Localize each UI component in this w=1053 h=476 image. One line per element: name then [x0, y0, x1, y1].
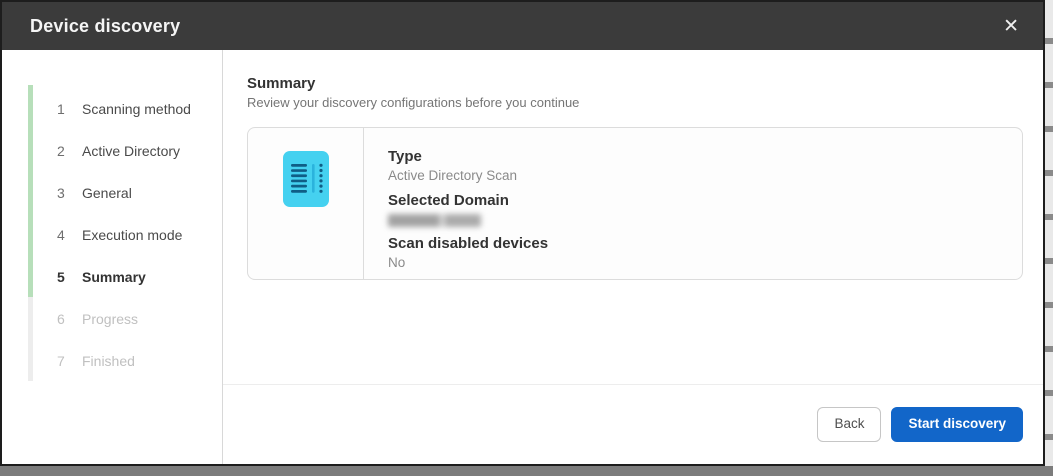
summary-fields: Type Active Directory Scan Selected Doma… — [364, 128, 568, 279]
scan-list-icon — [282, 151, 329, 279]
field-label: Type — [388, 148, 422, 165]
step-number: 4 — [57, 227, 65, 243]
step-execution-mode[interactable]: 4 Execution mode — [2, 214, 222, 256]
device-discovery-dialog: Device discovery ✕ 1 Scanning method 2 A… — [0, 0, 1045, 466]
step-number: 3 — [57, 185, 65, 201]
step-number: 2 — [57, 143, 65, 159]
step-label: Progress — [82, 311, 139, 327]
field-label: Scan disabled devices — [388, 235, 549, 252]
close-icon[interactable]: ✕ — [997, 13, 1025, 40]
dialog-body: 1 Scanning method 2 Active Directory 3 G… — [2, 50, 1043, 464]
screen: Device discovery ✕ 1 Scanning method 2 A… — [0, 0, 1053, 476]
wizard-sidebar: 1 Scanning method 2 Active Directory 3 G… — [2, 50, 223, 464]
step-summary[interactable]: 5 Summary — [2, 256, 222, 298]
summary-field: Type Active Directory Scan — [388, 147, 548, 184]
step-number: 1 — [57, 101, 65, 117]
summary-card-icon-cell — [248, 128, 364, 279]
step-general[interactable]: 3 General — [2, 172, 222, 214]
step-label: Active Directory — [82, 143, 181, 159]
summary-field: Selected Domain — [388, 191, 548, 227]
dialog-titlebar: Device discovery ✕ — [2, 2, 1043, 50]
summary-field: Scan disabled devices No — [388, 234, 548, 271]
step-label: Finished — [82, 353, 135, 369]
page-title: Summary — [247, 75, 316, 92]
step-number: 7 — [57, 353, 65, 369]
step-label: Execution mode — [82, 227, 183, 243]
step-label: General — [82, 185, 132, 201]
step-number: 6 — [57, 311, 65, 327]
background-page-strip — [1044, 0, 1053, 466]
dialog-footer: Back Start discovery — [223, 384, 1043, 464]
field-value: Active Directory Scan — [388, 168, 518, 183]
page-subtitle: Review your discovery configurations bef… — [247, 95, 580, 110]
redacted-value — [388, 214, 481, 227]
step-label: Scanning method — [82, 101, 191, 117]
summary-content: Summary Review your discovery configurat… — [223, 50, 1043, 384]
step-number: 5 — [57, 269, 65, 285]
back-button[interactable]: Back — [817, 407, 882, 442]
step-progress: 6 Progress — [2, 298, 222, 340]
step-active-directory[interactable]: 2 Active Directory — [2, 130, 222, 172]
summary-card: Type Active Directory Scan Selected Doma… — [247, 127, 1023, 280]
steps-list: 1 Scanning method 2 Active Directory 3 G… — [2, 88, 222, 382]
main-panel: Summary Review your discovery configurat… — [223, 50, 1043, 464]
start-discovery-button[interactable]: Start discovery — [891, 407, 1023, 442]
step-finished: 7 Finished — [2, 340, 222, 382]
field-value: No — [388, 255, 406, 270]
step-label: Summary — [82, 269, 146, 285]
field-label: Selected Domain — [388, 192, 509, 209]
step-scanning-method[interactable]: 1 Scanning method — [2, 88, 222, 130]
dialog-title: Device discovery — [30, 15, 181, 36]
